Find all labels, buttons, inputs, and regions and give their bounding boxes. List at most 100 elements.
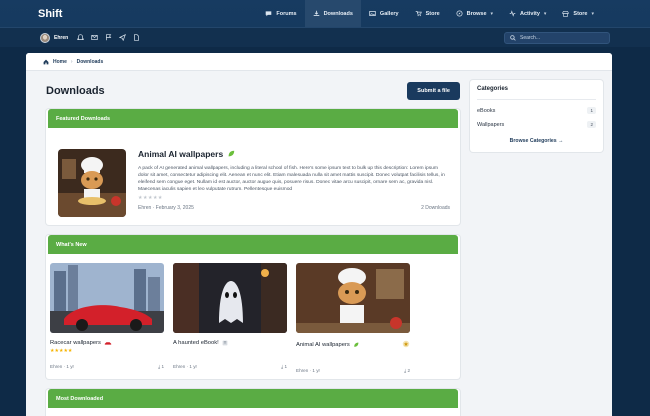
card-thumbnail[interactable]: [50, 263, 164, 333]
card-author-age: Ehren · 1 yr: [50, 364, 74, 369]
nav-browse[interactable]: Browse ▾: [448, 0, 501, 27]
mail-icon[interactable]: [90, 34, 98, 42]
card-title[interactable]: A haunted eBook!: [173, 340, 219, 346]
featured-downloads: 2 Downloads: [421, 205, 450, 211]
featured-title-row: Animal AI wallpapers: [138, 149, 450, 159]
download-card[interactable]: Animal AI wallpapers Ehren · 1 yr ⤓ 2: [296, 263, 410, 373]
download-card[interactable]: A haunted eBook! Ehren · 1 yr ⤓ 1: [173, 263, 287, 373]
nav-label: Forums: [276, 10, 297, 17]
breadcrumb-current[interactable]: Downloads: [77, 59, 104, 65]
featured-author[interactable]: Ehren: [138, 205, 151, 211]
nav-downloads[interactable]: Downloads: [304, 0, 361, 27]
whats-new-block: What's New Racecar wallpapers ★★★★★ Ehre…: [46, 235, 460, 379]
browse-label: Browse Categories: [509, 138, 557, 144]
card-title-row: A haunted eBook!: [173, 340, 287, 346]
browse-categories-link[interactable]: Browse Categories →: [477, 138, 596, 144]
most-downloaded-block: Most Downloaded: [46, 389, 460, 416]
download-count: 1: [284, 364, 287, 369]
card-author-age: Ehren · 1 yr: [173, 364, 197, 369]
activity-icon: [509, 10, 516, 17]
search-input[interactable]: Search...: [504, 31, 610, 44]
card-thumbnail[interactable]: [296, 263, 410, 333]
document-icon[interactable]: [132, 34, 140, 42]
chevron-down-icon: ▾: [490, 10, 494, 17]
featured-downloads-block: Featured Downloads Animal AI wallpapers …: [46, 109, 460, 225]
card-author-age: Ehren · 1 yr: [296, 368, 320, 373]
page-container: Home › Downloads Downloads Submit a file…: [26, 53, 612, 416]
search-placeholder: Search...: [520, 34, 541, 41]
nav-gallery[interactable]: Gallery: [361, 0, 407, 27]
featured-header: Featured Downloads: [48, 109, 458, 128]
nav-label: Gallery: [379, 10, 399, 17]
card-age: 1 yr: [189, 364, 198, 369]
card-author[interactable]: Ehren: [173, 364, 185, 369]
download-icon: [313, 10, 319, 17]
leaf-icon: [354, 342, 359, 347]
card-title-row: Racecar wallpapers: [50, 340, 164, 346]
flag-icon[interactable]: [104, 34, 112, 42]
site-logo[interactable]: Shift: [38, 8, 257, 20]
card-thumbnail[interactable]: [173, 263, 287, 333]
card-author[interactable]: Ehren: [296, 368, 308, 373]
nav-label: Downloads: [323, 10, 353, 17]
bell-icon[interactable]: [76, 34, 84, 42]
category-label[interactable]: eBooks: [477, 108, 495, 114]
username[interactable]: Ehren: [54, 35, 68, 41]
card-downloads: ⤓ 1: [158, 364, 164, 369]
leaf-icon: [228, 150, 235, 157]
chevron-right-icon: ›: [70, 58, 73, 65]
avatar[interactable]: [40, 32, 50, 43]
cart-icon: [415, 11, 422, 17]
whats-new-header: What's New: [48, 235, 458, 254]
categories-block: Categories eBooks 1 Wallpapers 2 Browse …: [470, 80, 603, 152]
download-card[interactable]: Racecar wallpapers ★★★★★ Ehren · 1 yr ⤓ …: [50, 263, 164, 373]
card-downloads: ⤓ 2: [404, 368, 410, 373]
card-meta: Ehren · 1 yr ⤓ 1: [173, 364, 287, 369]
search-icon: [510, 34, 516, 41]
card-author[interactable]: Ehren: [50, 364, 62, 369]
rating-stars: [296, 352, 410, 358]
categories-title: Categories: [477, 86, 596, 100]
arrow-right-icon: →: [558, 138, 564, 144]
chevron-down-icon: ▾: [591, 10, 594, 17]
breadcrumb-home[interactable]: Home: [53, 59, 67, 65]
category-count: 1: [587, 107, 596, 114]
book-icon: [222, 340, 228, 346]
category-label[interactable]: Wallpapers: [477, 122, 504, 128]
send-icon[interactable]: [118, 34, 126, 42]
rating-stars: ★★★★★: [50, 348, 73, 354]
nav-label: Activity: [520, 10, 540, 17]
sidebar: Categories eBooks 1 Wallpapers 2 Browse …: [470, 80, 603, 152]
featured-thumbnail[interactable]: [58, 149, 126, 217]
breadcrumb: Home › Downloads: [26, 53, 612, 71]
card-title-row: Animal AI wallpapers: [296, 340, 410, 350]
featured-title[interactable]: Animal AI wallpapers: [138, 149, 223, 159]
category-item-wallpapers[interactable]: Wallpapers 2: [477, 121, 596, 128]
rating-stars: [173, 348, 287, 354]
featured-description: A pack of AI generated animal wallpapers…: [138, 166, 445, 193]
most-downloaded-header: Most Downloaded: [48, 389, 458, 408]
card-meta: Ehren · 1 yr ⤓ 2: [296, 368, 410, 373]
compass-icon: [456, 10, 463, 17]
user-bar: Ehren Search...: [0, 27, 650, 47]
home-icon: [43, 59, 49, 64]
download-count: 2: [407, 368, 410, 373]
nav-store-menu[interactable]: Store ▾: [554, 0, 602, 27]
page-title: Downloads: [46, 85, 105, 97]
title-row: Downloads Submit a file: [46, 79, 460, 103]
nav-label: Store: [425, 10, 440, 17]
download-count: 1: [161, 364, 164, 369]
card-age: 1 yr: [66, 364, 75, 369]
featured-date: February 3, 2025: [155, 205, 194, 211]
card-downloads: ⤓ 1: [281, 364, 287, 369]
nav-activity[interactable]: Activity ▾: [501, 0, 554, 27]
rating-stars: ★★★★★: [138, 195, 163, 202]
submit-file-button[interactable]: Submit a file: [407, 82, 460, 100]
card-title[interactable]: Racecar wallpapers: [50, 340, 101, 346]
card-meta: Ehren · 1 yr ⤓ 1: [50, 364, 164, 369]
nav-forums[interactable]: Forums: [257, 0, 304, 27]
nav-store[interactable]: Store: [407, 0, 448, 27]
featured-author-date: Ehren · February 3, 2025: [138, 205, 194, 211]
category-item-ebooks[interactable]: eBooks 1: [477, 107, 596, 114]
card-title[interactable]: Animal AI wallpapers: [296, 342, 350, 348]
